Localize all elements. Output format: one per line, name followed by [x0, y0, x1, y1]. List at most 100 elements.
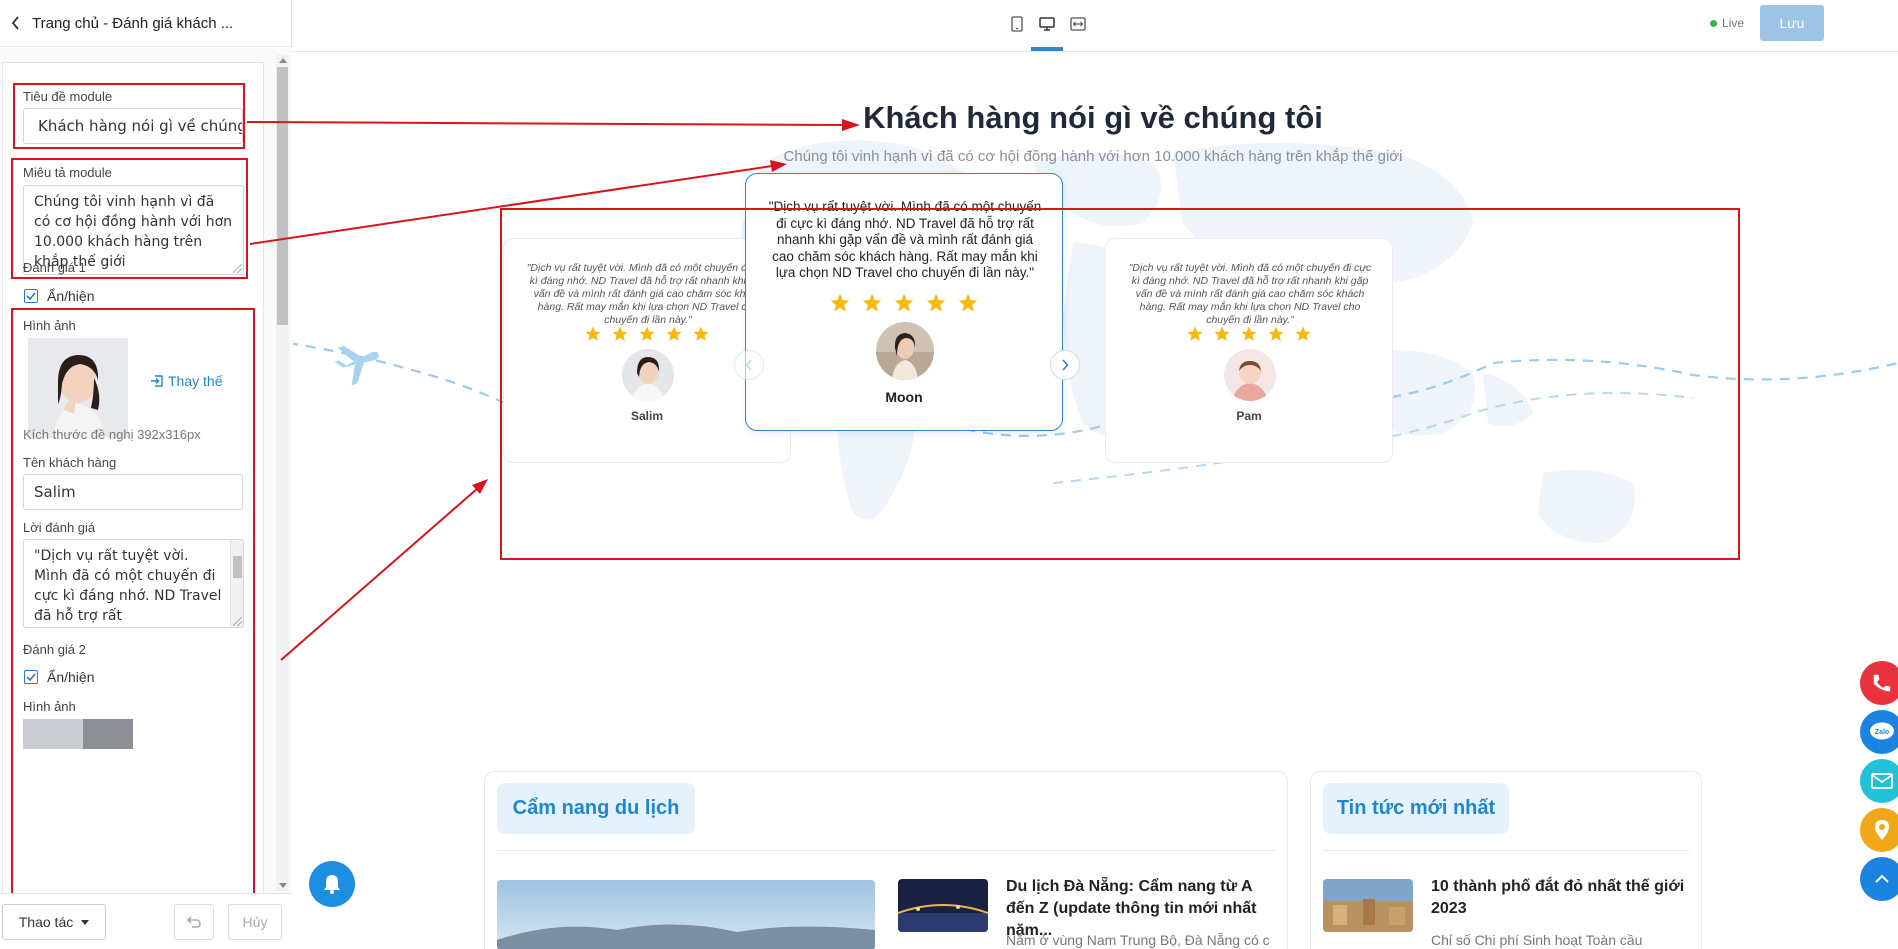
scroll-down-icon[interactable] — [279, 883, 287, 888]
phone-contact-button[interactable] — [1860, 661, 1898, 705]
caret-down-icon — [81, 919, 90, 925]
latest-news-tag: Tin tức mới nhất — [1323, 783, 1509, 834]
testimonial-quote: "Dịch vụ rất tuyệt vời. Mình đã có một c… — [768, 199, 1042, 280]
star-icon — [862, 293, 882, 312]
module-title-label: Tiêu đề module — [23, 89, 113, 104]
chevron-left-icon — [745, 359, 752, 371]
active-view-indicator — [1031, 47, 1063, 51]
editor-header: Trang chủ - Đánh giá khách ... — [0, 0, 292, 47]
review1-heading: Đánh giá 1 — [23, 260, 86, 275]
live-status-label: Live — [1722, 16, 1745, 30]
carousel-prev-button[interactable] — [734, 350, 764, 380]
customer-name-label: Tên khách hàng — [23, 455, 117, 470]
notification-button[interactable] — [309, 861, 355, 907]
customer-name-input[interactable]: Salim — [23, 474, 243, 510]
review1-visibility-label: Ẩn/hiện — [47, 288, 95, 304]
divider — [1323, 850, 1689, 851]
review1-visibility-checkbox[interactable] — [24, 289, 38, 303]
image-size-hint: Kích thước đề nghị 392x316px — [23, 427, 201, 442]
module-desc-text: Chúng tôi vinh hạnh vì đã có cơ hội đồng… — [34, 194, 233, 270]
editor-panel: Trang chủ - Đánh giá khách ... Tiêu đề m… — [0, 0, 292, 949]
star-icon — [1295, 326, 1311, 341]
scroll-thumb[interactable] — [277, 67, 288, 325]
star-icon — [1214, 326, 1230, 341]
preview-toolbar: Live Lưu — [293, 0, 1898, 52]
star-icon — [926, 293, 946, 312]
app-root: Trang chủ - Đánh giá khách ... Tiêu đề m… — [0, 0, 1898, 949]
replace-image-button[interactable]: Thay thế — [150, 373, 222, 389]
star-icon — [1187, 326, 1203, 341]
action-dropdown-button[interactable]: Thao tác — [2, 904, 106, 940]
avatar — [876, 322, 934, 380]
scroll-up-icon[interactable] — [279, 58, 287, 63]
mail-icon — [1871, 773, 1893, 789]
review2-visibility-checkbox[interactable] — [24, 670, 38, 684]
tablet-view-icon[interactable] — [1007, 14, 1027, 34]
carousel-next-button[interactable] — [1050, 350, 1080, 380]
star-icon — [639, 326, 655, 341]
guide-item-thumbnail[interactable] — [898, 879, 988, 932]
save-button[interactable]: Lưu — [1760, 5, 1824, 41]
section-title: Khách hàng nói gì về chúng tôi — [863, 100, 1323, 135]
travel-guide-tag: Cẩm nang du lịch — [497, 783, 695, 834]
testimonial-quote: "Dịch vụ rất tuyệt vời. Mình đã có một c… — [1128, 262, 1372, 326]
star-icon — [693, 326, 709, 341]
cancel-button[interactable]: Hủy — [228, 904, 282, 940]
editor-title: Trang chủ - Đánh giá khách ... — [32, 14, 234, 32]
latest-news-panel: Tin tức mới nhất 10 thành phố đắt đỏ nhấ… — [1310, 771, 1702, 949]
scroll-top-button[interactable] — [1860, 857, 1898, 901]
section-subtitle: Chúng tôi vinh hạnh vì đã có cơ hội đồng… — [783, 148, 1403, 165]
action-dropdown-label: Thao tác — [18, 914, 74, 930]
module-title-input[interactable]: Khách hàng nói gì về chúng tôi — [23, 108, 243, 144]
mail-contact-button[interactable] — [1860, 759, 1898, 803]
rating-stars — [1106, 325, 1392, 343]
undo-icon — [186, 916, 201, 928]
resize-grip-icon[interactable] — [233, 264, 242, 273]
news-item-thumbnail[interactable] — [1323, 879, 1413, 932]
phone-icon — [1873, 674, 1891, 692]
testimonial-card-active: "Dịch vụ rất tuyệt vời. Mình đã có một c… — [745, 173, 1063, 431]
travel-guide-panel: Cẩm nang du lịch Du lịch Đà Nẵng: Cẩm na… — [484, 771, 1288, 949]
module-desc-label: Miêu tả module — [23, 165, 112, 180]
review-text-textarea[interactable]: "Dịch vụ rất tuyệt vời. Mình đã có một c… — [23, 539, 244, 628]
star-icon — [1241, 326, 1257, 341]
editor-scrollbar[interactable] — [276, 55, 289, 891]
editor-footer: Thao tác Hủy — [0, 893, 292, 949]
customer-name: Moon — [885, 389, 923, 405]
news-item-title[interactable]: 10 thành phố đắt đỏ nhất thế giới 2023 — [1431, 876, 1691, 920]
undo-button[interactable] — [174, 904, 214, 940]
svg-text:Zalo: Zalo — [1875, 729, 1889, 736]
review1-image-label: Hình ảnh — [23, 318, 76, 333]
replace-icon — [151, 375, 163, 387]
bell-icon — [324, 875, 340, 894]
avatar — [622, 349, 674, 401]
review2-visibility-label: Ẩn/hiện — [47, 669, 95, 685]
map-pin-icon — [1875, 820, 1889, 840]
live-dot-icon — [1710, 19, 1717, 27]
review-textarea-scrollbar[interactable] — [230, 540, 243, 627]
avatar — [1224, 349, 1276, 401]
desktop-view-icon[interactable] — [1037, 14, 1057, 34]
zalo-contact-button[interactable]: Zalo — [1860, 710, 1898, 754]
star-icon — [1268, 326, 1284, 341]
star-icon — [830, 293, 850, 312]
chevron-up-icon — [1875, 874, 1889, 883]
zalo-icon: Zalo — [1870, 722, 1894, 740]
replace-image-label: Thay thế — [168, 373, 223, 389]
guide-item-desc: Nằm ở vùng Nam Trung Bộ, Đà Nẵng có cả — [1006, 932, 1270, 948]
guide-feature-image — [497, 880, 875, 949]
fullwidth-view-icon[interactable] — [1068, 14, 1088, 34]
testimonial-card: "Dịch vụ rất tuyệt vời. Mình đã có một c… — [1105, 238, 1393, 463]
star-icon — [666, 326, 682, 341]
resize-grip-icon[interactable] — [233, 617, 242, 626]
testimonial-quote: "Dịch vụ rất tuyệt vời. Mình đã có một c… — [526, 262, 770, 326]
rating-stars — [746, 292, 1062, 314]
review-text-label: Lời đánh giá — [23, 520, 96, 535]
check-icon — [26, 673, 36, 681]
review-text-value: "Dịch vụ rất tuyệt vời. Mình đã có một c… — [34, 548, 222, 624]
map-contact-button[interactable] — [1860, 808, 1898, 852]
preview-canvas: Khách hàng nói gì về chúng tôi Chúng tôi… — [293, 53, 1898, 949]
chevron-right-icon — [1062, 359, 1069, 371]
back-arrow-icon[interactable] — [6, 13, 26, 33]
check-icon — [26, 292, 36, 300]
